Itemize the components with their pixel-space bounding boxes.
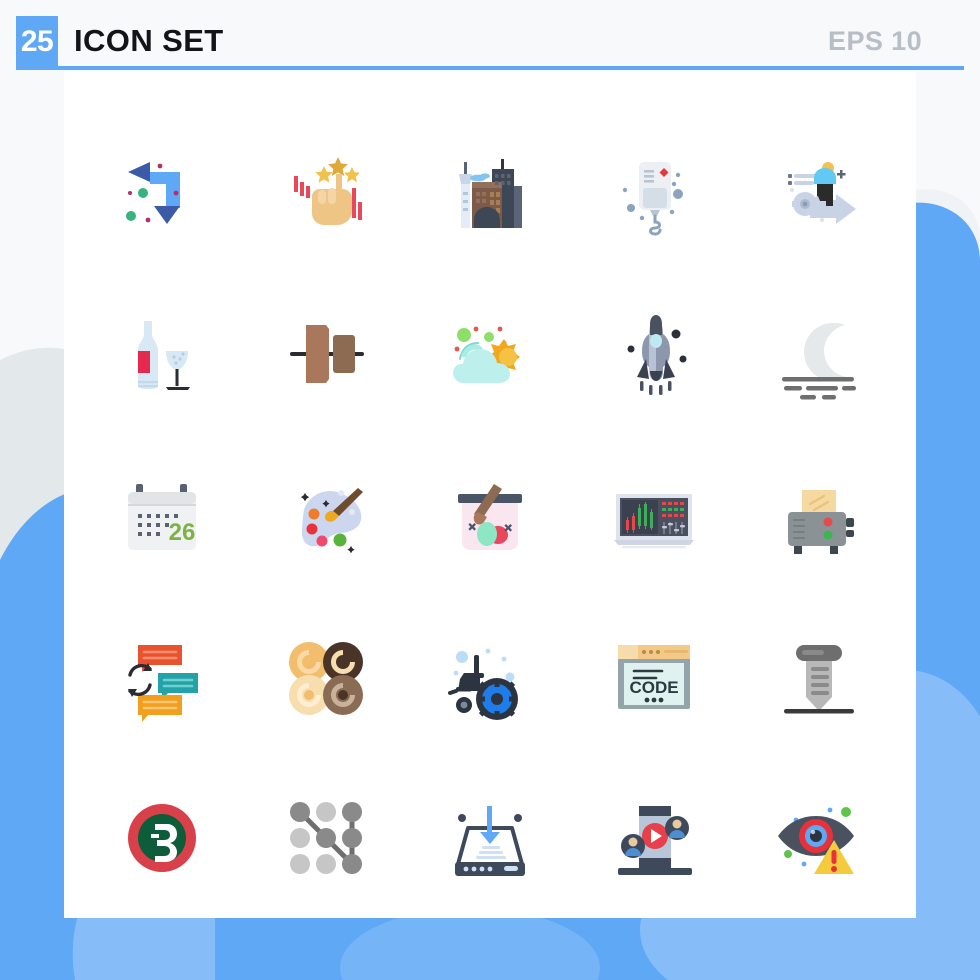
icon-cell-gear-arrow-settings[interactable] — [736, 114, 900, 275]
bangladesh-currency-icon — [128, 803, 196, 872]
icon-cell-code-window[interactable]: CODE — [572, 596, 736, 757]
icon-cell-hand-gesture-stars[interactable] — [244, 114, 408, 275]
wheelchair-access-icon — [448, 648, 518, 720]
chat-sync-icon — [128, 644, 198, 722]
screw-bolt-icon — [784, 644, 854, 714]
code-window-icon: CODE — [618, 644, 690, 709]
toaster-icon — [788, 489, 854, 554]
icon-cell-download-server[interactable] — [408, 757, 572, 918]
icon-cell-mortar-pestle[interactable] — [408, 436, 572, 597]
icon-cell-wheelchair-access[interactable] — [408, 596, 572, 757]
night-fog-icon — [782, 323, 856, 400]
icon-cell-wine-bottle-glass[interactable] — [80, 275, 244, 436]
icon-cell-align-objects[interactable] — [244, 275, 408, 436]
hand-gesture-stars-icon — [294, 157, 362, 226]
icon-cell-eye-warning[interactable] — [736, 757, 900, 918]
video-audience-icon — [618, 805, 692, 875]
icon-cell-calendar-26[interactable]: 26 — [80, 436, 244, 597]
icon-cell-paint-palette[interactable] — [244, 436, 408, 597]
icon-cell-partly-cloudy[interactable] — [408, 275, 572, 436]
stock-chart-monitor-icon — [614, 493, 694, 549]
pattern-lock-icon — [290, 801, 362, 874]
icon-cell-bangladesh-currency[interactable] — [80, 757, 244, 918]
poster-canvas: 25 ICON SET EPS 10 26 CODE — [0, 0, 980, 980]
page-title: ICON SET — [74, 23, 224, 58]
icon-cell-chat-sync[interactable] — [80, 596, 244, 757]
partly-cloudy-icon — [453, 326, 520, 384]
align-objects-icon — [290, 325, 364, 384]
download-server-icon — [455, 805, 525, 876]
icon-grid-card: 26 CODE — [64, 70, 916, 918]
wine-bottle-glass-icon — [138, 321, 190, 391]
iv-drip-bag-icon — [622, 162, 683, 236]
eye-warning-icon — [778, 806, 854, 874]
mortar-pestle-icon — [458, 483, 522, 550]
icon-cell-stock-chart-monitor[interactable] — [572, 436, 736, 597]
return-arrow-icon — [126, 162, 180, 225]
icon-cell-city-buildings[interactable] — [408, 114, 572, 275]
icon-cell-screw-bolt[interactable] — [736, 596, 900, 757]
icon-cell-return-arrow[interactable] — [80, 114, 244, 275]
icon-cell-iv-drip-bag[interactable] — [572, 114, 736, 275]
poster-header: 25 ICON SET EPS 10 — [16, 16, 964, 68]
icon-cell-video-audience[interactable] — [572, 757, 736, 918]
city-buildings-icon — [459, 159, 522, 229]
paint-palette-icon — [300, 487, 363, 554]
space-shuttle-icon — [627, 315, 687, 396]
icon-count-badge: 25 — [16, 16, 58, 68]
icon-cell-space-shuttle[interactable] — [572, 275, 736, 436]
icon-cell-cookies[interactable] — [244, 596, 408, 757]
icon-cell-pattern-lock[interactable] — [244, 757, 408, 918]
icon-cell-night-fog[interactable] — [736, 275, 900, 436]
icon-cell-toaster[interactable] — [736, 436, 900, 597]
icon-grid: 26 CODE — [64, 70, 916, 918]
code-window-label: CODE — [629, 678, 678, 697]
cookies-icon — [289, 641, 363, 715]
calendar-day-value: 26 — [169, 519, 196, 546]
gear-arrow-settings-icon — [788, 162, 856, 225]
calendar-26-icon: 26 — [128, 483, 196, 550]
format-label: EPS 10 — [828, 26, 922, 56]
